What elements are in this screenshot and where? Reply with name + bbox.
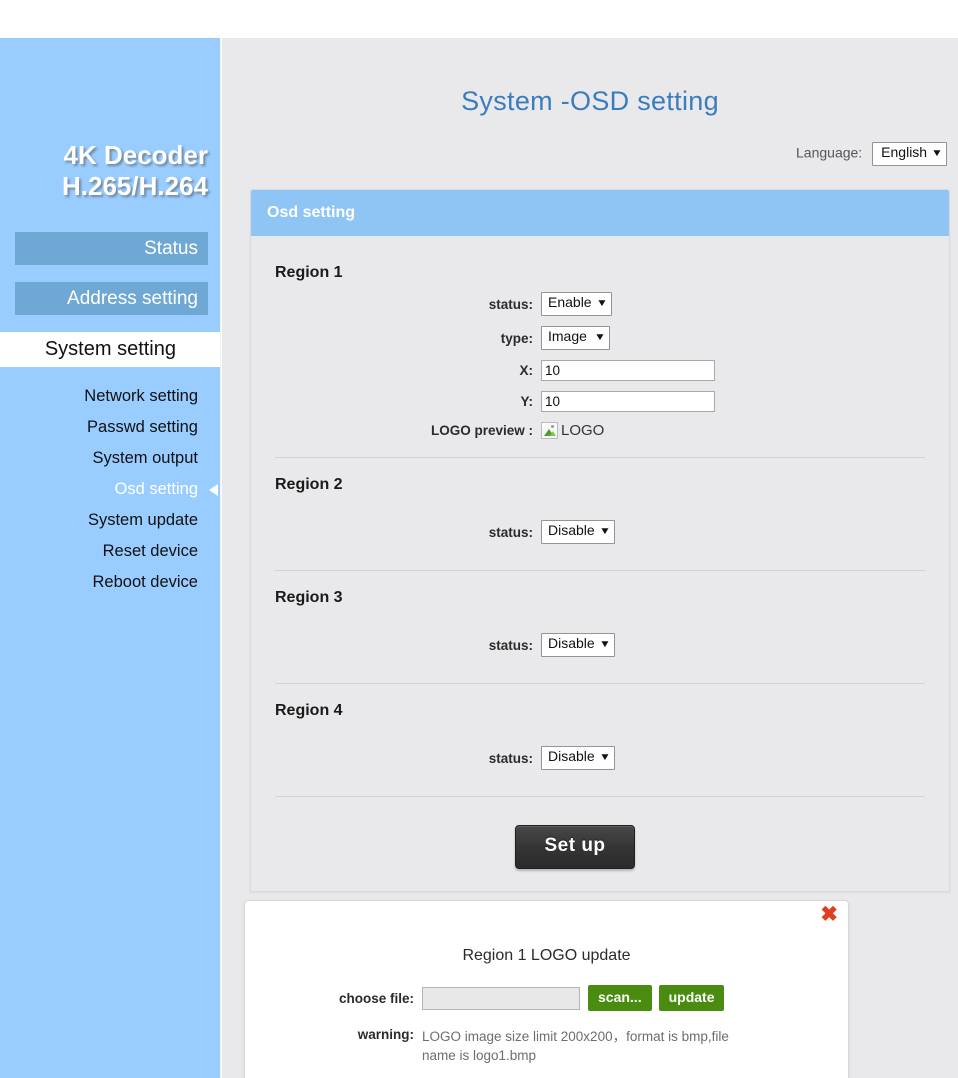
language-select[interactable]: English ▼ bbox=[872, 142, 947, 166]
region-1-status-label: status: bbox=[488, 296, 533, 312]
caret-left-icon bbox=[209, 483, 218, 496]
sidebar-submenu: Network setting Passwd setting System ou… bbox=[0, 381, 220, 598]
region-3-status-row: status: Disable ▼ bbox=[273, 633, 927, 657]
region-1-type-value: Image bbox=[548, 328, 587, 344]
sidebar-item-system-setting[interactable]: System setting bbox=[0, 332, 220, 367]
sidebar-item-status-label: Status bbox=[144, 238, 198, 259]
sidebar-item-reset-device-label: Reset device bbox=[102, 542, 198, 560]
sidebar-item-passwd-setting-label: Passwd setting bbox=[87, 418, 198, 436]
divider bbox=[275, 796, 925, 797]
panel-title: Osd setting bbox=[251, 190, 949, 236]
region-3-status-select[interactable]: Disable ▼ bbox=[541, 633, 615, 657]
region-1-logo-preview[interactable]: LOGO bbox=[541, 422, 927, 439]
region-1-x-row: X: bbox=[273, 360, 927, 381]
divider bbox=[275, 457, 925, 458]
region-1-y-input[interactable] bbox=[541, 391, 715, 412]
region-1-y-row: Y: bbox=[273, 391, 927, 412]
scan-button[interactable]: scan... bbox=[588, 985, 652, 1011]
sidebar-item-reboot-device[interactable]: Reboot device bbox=[0, 567, 220, 598]
region-1-type-select[interactable]: Image ▼ bbox=[541, 326, 610, 350]
sidebar-item-network-setting-label: Network setting bbox=[84, 387, 198, 405]
sidebar: 4K Decoder H.265/H.264 Status Address se… bbox=[0, 38, 221, 1078]
divider bbox=[275, 570, 925, 571]
region-1-status-select[interactable]: Enable ▼ bbox=[541, 292, 612, 316]
warning-row: warning: LOGO image size limit 200x200，f… bbox=[245, 1027, 848, 1065]
region-2-status-select[interactable]: Disable ▼ bbox=[541, 520, 615, 544]
region-4-status-row: status: Disable ▼ bbox=[273, 746, 927, 770]
region-1-x-input[interactable] bbox=[541, 360, 715, 381]
osd-setting-panel: Osd setting Region 1 status: Enable ▼ typ… bbox=[250, 189, 950, 892]
chevron-down-icon: ▼ bbox=[594, 332, 606, 343]
region-1-status-value: Enable bbox=[548, 294, 592, 310]
language-select-value: English bbox=[881, 144, 928, 160]
region-2-status-label: status: bbox=[488, 524, 533, 540]
region-1-logo-alt-text: LOGO bbox=[561, 422, 605, 439]
language-selector-row: Language: English ▼ bbox=[222, 142, 958, 166]
broken-image-icon bbox=[541, 422, 558, 439]
brand-line-2: H.265/H.264 bbox=[62, 171, 208, 201]
sidebar-item-reset-device[interactable]: Reset device bbox=[0, 536, 220, 567]
sidebar-item-osd-setting-label: Osd setting bbox=[114, 480, 198, 498]
region-1-status-row: status: Enable ▼ bbox=[273, 292, 927, 316]
choose-file-input[interactable] bbox=[422, 986, 580, 1010]
top-white-strip bbox=[0, 0, 958, 38]
page-title: System -OSD setting bbox=[461, 86, 719, 116]
sidebar-item-system-setting-label: System setting bbox=[44, 338, 176, 360]
region-4-status-label: status: bbox=[488, 750, 533, 766]
region-1-logo-preview-row: LOGO preview : LOGO bbox=[273, 422, 927, 439]
region-1-type-row: type: Image ▼ bbox=[273, 326, 927, 350]
chevron-down-icon: ▼ bbox=[598, 752, 611, 763]
region-3-status-label: status: bbox=[488, 637, 533, 653]
sidebar-item-system-output[interactable]: System output bbox=[0, 443, 220, 474]
language-label: Language: bbox=[796, 144, 863, 161]
close-icon[interactable]: ✖ bbox=[820, 904, 838, 925]
warning-label: warning: bbox=[357, 1027, 414, 1042]
brand-logo: 4K Decoder H.265/H.264 bbox=[0, 140, 220, 202]
sidebar-item-system-update-label: System update bbox=[87, 511, 198, 529]
region-3-title: Region 3 bbox=[275, 589, 343, 606]
choose-file-label: choose file: bbox=[338, 990, 414, 1006]
dialog-title: Region 1 LOGO update bbox=[462, 947, 631, 964]
sidebar-item-passwd-setting[interactable]: Passwd setting bbox=[0, 412, 220, 443]
main-content: System -OSD setting Language: English ▼ O… bbox=[222, 38, 958, 1078]
sidebar-item-osd-setting[interactable]: Osd setting bbox=[0, 474, 220, 505]
logo-update-dialog: ✖ Region 1 LOGO update choose file: scan… bbox=[244, 900, 849, 1078]
warning-text: LOGO image size limit 200x200，format is … bbox=[422, 1029, 729, 1063]
sidebar-item-reboot-device-label: Reboot device bbox=[92, 573, 199, 591]
region-1-logo-label: LOGO preview : bbox=[430, 423, 533, 438]
region-4-status-select[interactable]: Disable ▼ bbox=[541, 746, 615, 770]
divider bbox=[275, 683, 925, 684]
app-page: 4K Decoder H.265/H.264 Status Address se… bbox=[0, 0, 958, 1078]
chevron-down-icon: ▼ bbox=[595, 298, 608, 309]
brand-line-1: 4K Decoder bbox=[63, 140, 209, 170]
setup-button-wrap: Set up bbox=[273, 825, 927, 869]
chevron-down-icon: ▼ bbox=[931, 148, 943, 159]
chevron-down-icon: ▼ bbox=[598, 526, 611, 537]
chevron-down-icon: ▼ bbox=[598, 639, 611, 650]
sidebar-item-address-setting-label: Address setting bbox=[67, 288, 198, 309]
sidebar-item-system-output-label: System output bbox=[92, 449, 198, 467]
region-2-title: Region 2 bbox=[275, 476, 343, 493]
update-button[interactable]: update bbox=[658, 985, 725, 1011]
region-4-title: Region 4 bbox=[275, 702, 343, 719]
sidebar-item-address-setting[interactable]: Address setting bbox=[15, 282, 208, 315]
sidebar-item-status[interactable]: Status bbox=[15, 232, 208, 265]
setup-button[interactable]: Set up bbox=[515, 825, 635, 869]
region-4-status-value: Disable bbox=[548, 748, 595, 764]
region-3-status-value: Disable bbox=[548, 635, 595, 651]
region-1-title: Region 1 bbox=[275, 264, 343, 281]
choose-file-row: choose file: scan... update bbox=[245, 985, 848, 1011]
sidebar-item-network-setting[interactable]: Network setting bbox=[0, 381, 220, 412]
sidebar-item-system-update[interactable]: System update bbox=[0, 505, 220, 536]
panel-body: Region 1 status: Enable▼ type: Image▼ bbox=[251, 236, 949, 891]
region-1-x-label: X: bbox=[519, 363, 534, 378]
region-1-type-label: type: bbox=[500, 330, 533, 346]
region-2-status-row: status: Disable ▼ bbox=[273, 520, 927, 544]
region-2-status-value: Disable bbox=[548, 522, 595, 538]
region-1-y-label: Y: bbox=[520, 394, 534, 409]
